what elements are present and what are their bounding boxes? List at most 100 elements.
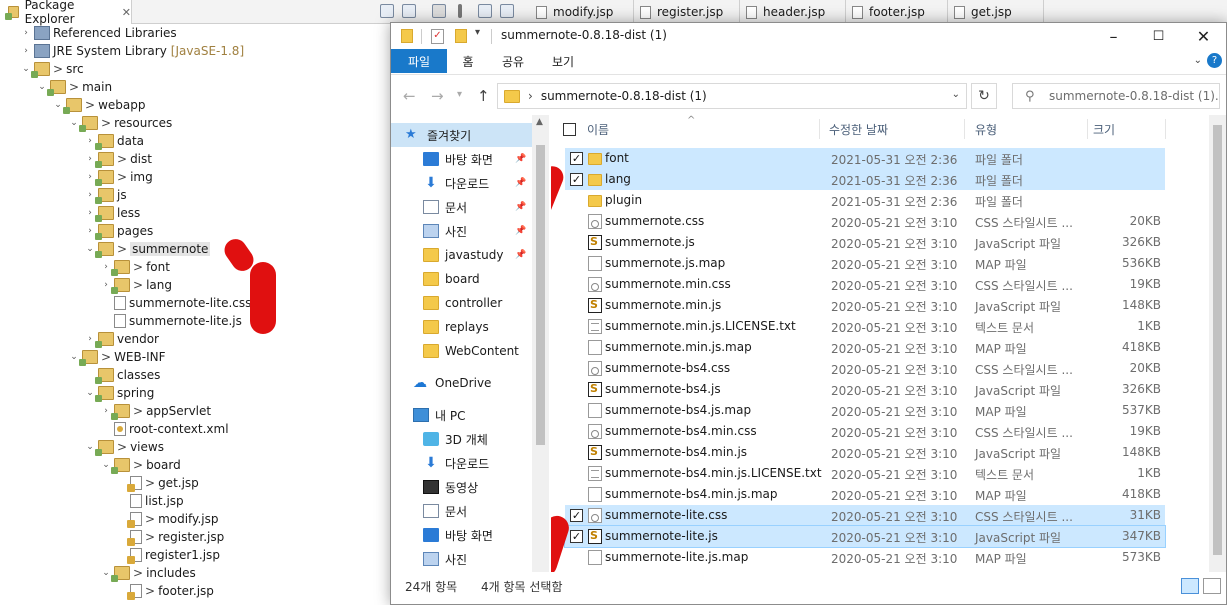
nav-item[interactable]: ⬇ 다운로드 📌 [391, 171, 532, 195]
file-row[interactable]: summernote.min.css 2020-05-21 오전 3:10 CSS … [565, 274, 1165, 295]
nav-item[interactable]: WebContent [391, 339, 532, 363]
tree-item[interactable]: › js [84, 186, 127, 204]
nav-item[interactable]: 사진 [391, 547, 532, 571]
column-type[interactable]: 유형 [975, 121, 997, 138]
file-row[interactable]: summernote-bs4.min.js.map 2020-05-21 오전 3… [565, 484, 1165, 505]
editor-tab[interactable]: footer.jsp [846, 0, 948, 24]
collapse-all-icon[interactable] [380, 4, 394, 18]
close-icon[interactable]: ✕ [122, 6, 131, 19]
tree-item[interactable]: ⌄ spring [84, 384, 154, 402]
collapse-arrow-icon[interactable]: › [20, 28, 32, 38]
chevron-right-icon[interactable]: › [528, 89, 533, 103]
up-icon[interactable]: ↑ [477, 87, 490, 105]
collapse-arrow-icon[interactable]: › [20, 46, 32, 56]
tree-item[interactable]: › Referenced Libraries [20, 24, 177, 42]
recent-locations-icon[interactable]: ▾ [457, 89, 462, 100]
link-editor-icon[interactable] [402, 4, 416, 18]
tree-item[interactable]: > modify.jsp [116, 510, 218, 528]
file-row[interactable]: summernote-bs4.min.css 2020-05-21 오전 3:10… [565, 421, 1165, 442]
file-list-scrollbar[interactable] [1209, 115, 1226, 572]
file-row[interactable]: summernote.min.js.map 2020-05-21 오전 3:10 M… [565, 337, 1165, 358]
tree-item[interactable]: ⌄ > resources [68, 114, 172, 132]
pin-icon[interactable]: 📌 [515, 226, 526, 236]
nav-item[interactable]: 바탕 화면 [391, 523, 532, 547]
column-separator[interactable] [1165, 119, 1166, 139]
editor-tab[interactable]: get.jsp [948, 0, 1044, 24]
nav-item[interactable]: board [391, 267, 532, 291]
row-checkbox[interactable]: ✓ [570, 530, 583, 543]
nav-item[interactable]: ⬇ 다운로드 [391, 451, 532, 475]
nav-item[interactable]: 3D 개체 [391, 427, 532, 451]
column-separator[interactable] [964, 119, 965, 139]
scroll-up-icon[interactable]: ▲ [536, 117, 543, 127]
file-row[interactable]: summernote.min.js.LICENSE.txt 2020-05-21 … [565, 316, 1165, 337]
tree-item[interactable]: ⌄ > includes [100, 564, 196, 582]
tree-item[interactable]: › > font [100, 258, 170, 276]
file-row[interactable]: summernote.min.js 2020-05-21 오전 3:10 JavaS… [565, 295, 1165, 316]
nav-item[interactable]: 동영상 [391, 475, 532, 499]
tree-item[interactable]: ⌄ > WEB-INF [68, 348, 166, 366]
minimize-button[interactable]: – [1091, 23, 1136, 49]
tree-item[interactable]: ⌄ > views [84, 438, 164, 456]
nav-item[interactable]: 바탕 화면 📌 [391, 147, 532, 171]
details-view-button[interactable] [1181, 578, 1199, 594]
tree-item[interactable]: list.jsp [116, 492, 184, 510]
tree-item[interactable]: ⌄ > webapp [52, 96, 145, 114]
tree-item[interactable]: › JRE System Library [JavaSE-1.8] [20, 42, 244, 60]
tree-item[interactable]: › > lang [100, 276, 172, 294]
tree-item[interactable]: › data [84, 132, 144, 150]
refresh-button[interactable]: ↻ [971, 83, 997, 109]
file-row[interactable]: summernote-lite.js.map 2020-05-21 오전 3:10… [565, 547, 1165, 568]
nav-item[interactable]: javastudy 📌 [391, 243, 532, 267]
column-size[interactable]: 크기 [1093, 121, 1115, 138]
column-name[interactable]: 이름 [587, 121, 609, 138]
maximize-icon[interactable] [500, 4, 514, 18]
tab-file[interactable]: 파일 [391, 49, 447, 73]
nav-item[interactable]: 내 PC [391, 403, 532, 427]
file-row[interactable]: summernote.js 2020-05-21 오전 3:10 JavaScrip… [565, 232, 1165, 253]
file-row[interactable]: ✓ font 2021-05-31 오전 2:36 파일 폴더 [565, 148, 1165, 169]
file-row[interactable]: summernote-bs4.css 2020-05-21 오전 3:10 CSS … [565, 358, 1165, 379]
editor-tab[interactable]: header.jsp [740, 0, 846, 24]
tree-item[interactable]: register1.jsp [116, 546, 220, 564]
tree-item[interactable]: classes [84, 366, 160, 384]
tree-item[interactable]: ⌄ > summernote [84, 240, 211, 258]
properties-icon[interactable]: ✓ [431, 29, 444, 44]
column-separator[interactable] [819, 119, 820, 139]
tab-home[interactable]: 홈 [453, 49, 483, 73]
file-row[interactable]: summernote-bs4.min.js 2020-05-21 오전 3:10 J… [565, 442, 1165, 463]
file-row[interactable]: summernote-bs4.js 2020-05-21 오전 3:10 JavaS… [565, 379, 1165, 400]
column-separator[interactable] [1087, 119, 1088, 139]
nav-item[interactable]: 사진 📌 [391, 219, 532, 243]
tree-item[interactable]: > get.jsp [116, 474, 199, 492]
tree-item[interactable]: summernote-lite.js [100, 312, 242, 330]
row-checkbox[interactable]: ✓ [570, 173, 583, 186]
tree-item[interactable]: > register.jsp [116, 528, 224, 546]
file-row[interactable]: summernote-bs4.min.js.LICENSE.txt 2020-05… [565, 463, 1165, 484]
tree-item[interactable]: ⌄ > src [20, 60, 84, 78]
list-scroll-thumb[interactable] [1213, 125, 1222, 555]
back-icon[interactable]: ← [403, 87, 416, 105]
forward-icon[interactable]: → [431, 87, 444, 105]
view-menu-icon[interactable] [458, 4, 462, 18]
tree-item[interactable]: › > img [84, 168, 153, 186]
file-row[interactable]: ✓ summernote-lite.css 2020-05-21 오전 3:10 CS… [565, 505, 1165, 526]
row-checkbox[interactable]: ✓ [570, 509, 583, 522]
chevron-down-icon[interactable]: ▾ [475, 27, 480, 42]
minimize-icon[interactable] [478, 4, 492, 18]
column-date[interactable]: 수정한 날짜 [829, 121, 888, 138]
new-folder-icon[interactable] [455, 29, 467, 43]
tree-item[interactable]: root-context.xml [100, 420, 229, 438]
nav-item[interactable]: replays [391, 315, 532, 339]
pin-icon[interactable]: 📌 [515, 178, 526, 188]
pin-icon[interactable]: 📌 [515, 154, 526, 164]
select-all-checkbox[interactable] [563, 123, 576, 136]
tab-share[interactable]: 공유 [495, 49, 531, 73]
file-row[interactable]: summernote-bs4.js.map 2020-05-21 오전 3:10 M… [565, 400, 1165, 421]
row-checkbox[interactable]: ✓ [570, 152, 583, 165]
file-row[interactable]: ✓ summernote-lite.js 2020-05-21 오전 3:10 Jav… [564, 525, 1166, 548]
editor-tab[interactable]: register.jsp [634, 0, 740, 24]
tree-item[interactable]: › less [84, 204, 140, 222]
search-input[interactable]: ⚲ summernote-0.8.18-dist (1)... [1012, 83, 1220, 109]
tree-item[interactable]: ⌄ > board [100, 456, 181, 474]
